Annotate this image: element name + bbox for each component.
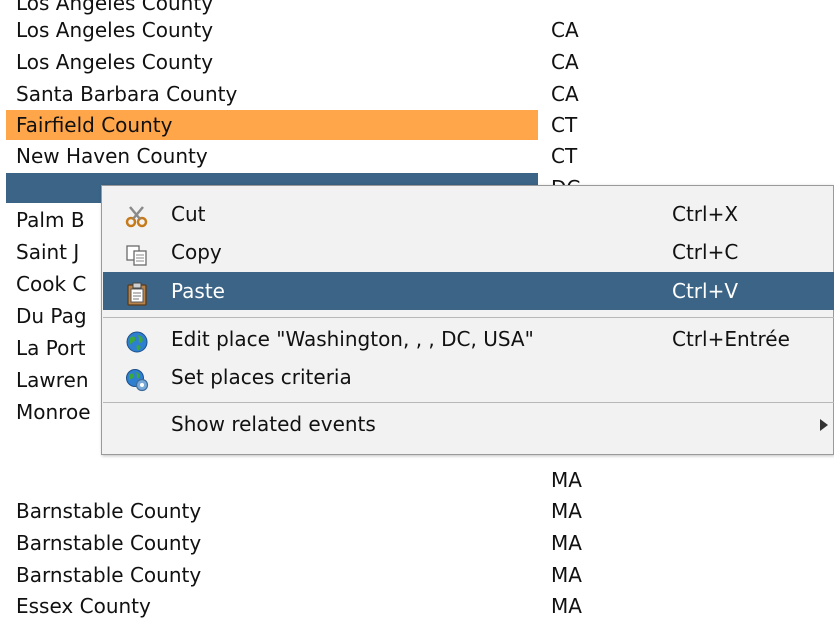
county-cell: Los Angeles County — [16, 18, 214, 42]
state-cell: MA — [551, 563, 582, 587]
menu-item-paste[interactable]: Paste Ctrl+V — [103, 272, 834, 310]
submenu-arrow-icon — [820, 419, 828, 431]
menu-item-shortcut: Ctrl+V — [672, 279, 739, 303]
menu-item-label: Edit place "Washington, , , DC, USA" — [171, 327, 534, 351]
county-cell: Los Angeles County — [16, 50, 214, 74]
state-cell: MA — [551, 594, 582, 618]
table-row-highlighted[interactable]: Fairfield County CT — [0, 110, 834, 142]
state-cell: MA — [551, 531, 582, 555]
county-cell: Barnstable County — [16, 499, 202, 523]
table-row[interactable]: Essex County MA — [0, 591, 834, 623]
county-cell: Santa Barbara County — [16, 82, 238, 106]
table-row[interactable]: Los Angeles County CA — [0, 15, 834, 47]
table-row[interactable]: Barnstable County MA — [0, 560, 834, 592]
menu-item-set-places-criteria[interactable]: Set places criteria — [103, 358, 834, 396]
menu-separator — [103, 317, 834, 318]
globe-icon — [125, 328, 149, 353]
table-row[interactable]: MA — [0, 465, 834, 497]
state-cell: MA — [551, 499, 582, 523]
table-row[interactable]: New Haven County CT — [0, 141, 834, 173]
state-cell: CA — [551, 50, 579, 74]
menu-item-label: Copy — [171, 240, 222, 264]
state-cell: CA — [551, 82, 579, 106]
menu-item-label: Cut — [171, 202, 206, 226]
county-cell: Barnstable County — [16, 563, 202, 587]
menu-item-edit-place[interactable]: Edit place "Washington, , , DC, USA" Ctr… — [103, 320, 834, 358]
scissors-icon — [125, 203, 149, 228]
table-row[interactable]: Barnstable County MA — [0, 528, 834, 560]
state-cell: CT — [551, 144, 578, 168]
menu-item-shortcut: Ctrl+Entrée — [672, 327, 790, 351]
menu-item-shortcut: Ctrl+X — [672, 202, 739, 226]
table-row[interactable]: Santa Barbara County CA — [0, 79, 834, 111]
menu-item-label: Set places criteria — [171, 365, 352, 389]
copy-icon — [125, 241, 149, 266]
county-cell: Fairfield County — [6, 110, 538, 140]
menu-item-copy[interactable]: Copy Ctrl+C — [103, 233, 834, 271]
menu-item-shortcut: Ctrl+C — [672, 240, 739, 264]
county-cell — [6, 465, 538, 495]
state-cell: CT — [551, 113, 578, 137]
globe-gear-icon — [125, 366, 149, 392]
state-cell: CA — [551, 18, 579, 42]
state-cell: MA — [551, 468, 582, 492]
menu-item-label: Show related events — [171, 412, 376, 436]
county-cell: Essex County — [16, 594, 151, 618]
menu-item-label: Paste — [171, 279, 225, 303]
county-cell: Barnstable County — [16, 531, 202, 555]
clipboard-icon — [125, 280, 149, 306]
table-row[interactable]: Barnstable County MA — [0, 496, 834, 528]
table-row[interactable]: Los Angeles County CA — [0, 47, 834, 79]
menu-item-show-related-events[interactable]: Show related events — [103, 405, 834, 443]
menu-separator — [103, 402, 834, 403]
menu-item-cut[interactable]: Cut Ctrl+X — [103, 195, 834, 233]
context-menu: Cut Ctrl+X Copy Ctrl+C Paste Ctrl+V Edit… — [101, 185, 834, 455]
county-cell: New Haven County — [16, 144, 208, 168]
